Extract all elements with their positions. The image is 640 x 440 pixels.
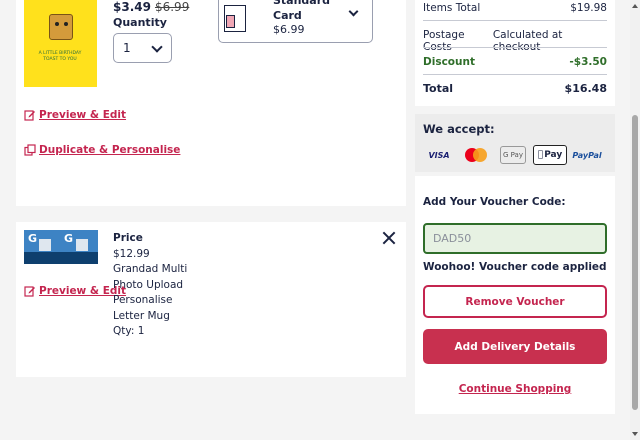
edit-icon <box>24 286 35 297</box>
total-label: Total <box>423 82 454 95</box>
apple-pay-icon: Pay <box>533 145 567 165</box>
quantity-select[interactable]: 1 <box>113 33 172 63</box>
voucher-label: Add Your Voucher Code: <box>423 196 566 208</box>
items-total-row: Items Total $19.98 <box>423 2 607 14</box>
voucher-panel: Add Your Voucher Code: Woohoo! Voucher c… <box>415 176 615 414</box>
items-total-value: $19.98 <box>570 2 607 14</box>
preview-edit-link[interactable]: Preview & Edit <box>24 285 126 297</box>
original-price: $6.99 <box>154 0 190 14</box>
items-total-label: Items Total <box>423 2 481 14</box>
visa-icon: VISA <box>428 150 450 160</box>
postage-value: Calculated at checkout <box>492 29 563 53</box>
thumbnail-caption: A little birthday toast to you <box>38 51 82 62</box>
chevron-down-icon <box>151 41 163 53</box>
quantity-value: 1 <box>123 41 131 55</box>
continue-shopping-link[interactable]: Continue Shopping <box>415 383 615 395</box>
item-name: Grandad Multi Photo Upload Personalise L… <box>113 263 188 322</box>
page-scrollbar[interactable] <box>630 0 640 440</box>
preview-edit-label: Preview & Edit <box>39 109 127 121</box>
edit-icon <box>24 110 35 121</box>
paypal-icon: PayPal <box>572 150 602 160</box>
item-quantity: Qty: 1 <box>113 325 145 337</box>
remove-item-icon[interactable] <box>382 231 396 245</box>
card-size-icon <box>224 5 246 32</box>
divider <box>423 20 607 21</box>
add-delivery-details-button[interactable]: Add Delivery Details <box>423 329 607 364</box>
card-size-select[interactable]: Standard Card $6.99 <box>218 0 373 43</box>
card-size-price: $6.99 <box>273 23 305 36</box>
scroll-up-icon[interactable] <box>632 4 638 8</box>
preview-edit-link[interactable]: Preview & Edit <box>24 109 126 121</box>
total-row: Total $16.48 <box>423 82 607 95</box>
copy-icon <box>24 144 36 156</box>
accept-title: We accept: <box>423 122 495 136</box>
duplicate-personalise-link[interactable]: Duplicate & Personalise <box>24 144 180 156</box>
sale-price: $3.49 <box>113 0 151 14</box>
scroll-down-icon[interactable] <box>632 432 638 436</box>
duplicate-label: Duplicate & Personalise <box>39 144 181 156</box>
item-price: $12.99 <box>113 247 150 260</box>
mastercard-icon <box>462 146 490 164</box>
thumbnail-letter: G <box>28 232 38 245</box>
discount-row: Discount -$3.50 <box>423 56 607 68</box>
order-summary: Items Total $19.98 Postage Costs Calcula… <box>415 0 615 106</box>
card-size-name: Standard Card <box>273 0 331 22</box>
chevron-down-icon <box>348 6 359 17</box>
divider <box>423 47 607 48</box>
remove-voucher-button[interactable]: Remove Voucher <box>423 285 607 318</box>
discount-value: -$3.50 <box>569 56 607 68</box>
discount-label: Discount <box>423 56 475 68</box>
card-thumbnail[interactable]: A little birthday toast to you <box>24 0 97 87</box>
google-pay-icon: G Pay <box>500 146 526 164</box>
postage-label: Postage Costs <box>423 29 465 53</box>
voucher-code-input[interactable] <box>423 223 607 254</box>
total-value: $16.48 <box>564 82 607 95</box>
payment-methods: We accept: VISA G Pay Pay PayPal <box>415 114 615 172</box>
price-label: Price <box>113 232 143 244</box>
mug-thumbnail[interactable]: G G <box>24 230 98 264</box>
postage-row: Postage Costs Calculated at checkout <box>423 29 607 53</box>
scrollbar-thumb[interactable] <box>632 115 638 410</box>
toast-illustration <box>49 14 73 40</box>
thumbnail-letter: G <box>64 232 74 245</box>
item-details: Price $12.99 Grandad Multi Photo Upload … <box>113 231 201 340</box>
basket-item-card: G G Preview & Edit Price $12.99 Grandad … <box>16 222 406 377</box>
voucher-success-message: Woohoo! Voucher code applied <box>423 261 607 273</box>
quantity-label: Quantity <box>113 16 167 29</box>
basket-item-card: A little birthday toast to you $3.49 $6.9… <box>16 0 406 206</box>
divider <box>423 74 607 75</box>
item-price: $3.49 $6.99 <box>113 0 189 14</box>
apple-pay-label: Pay <box>541 150 562 160</box>
